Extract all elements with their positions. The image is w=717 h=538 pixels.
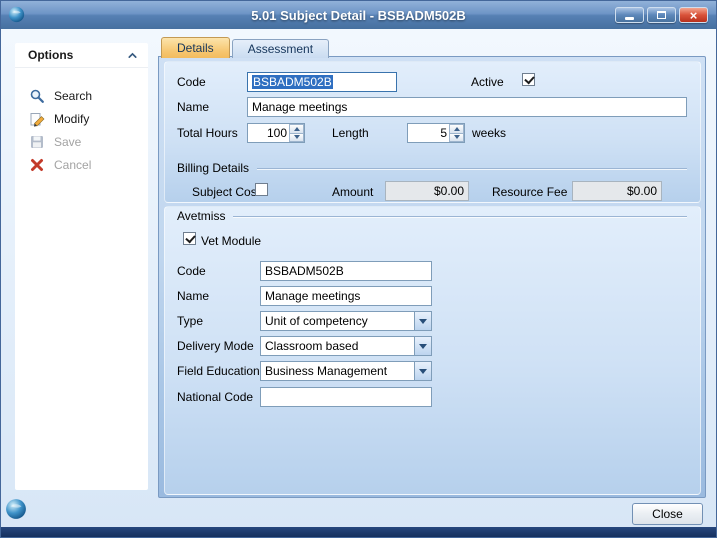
minimize-icon (625, 17, 634, 20)
total-hours-up-button[interactable] (289, 124, 304, 134)
save-icon (29, 134, 45, 150)
vet-module-checkbox[interactable] (183, 232, 196, 245)
field-education-dropdown[interactable]: Business Management (260, 361, 432, 381)
amount-input: $0.00 (385, 181, 469, 201)
total-hours-value: 100 (248, 124, 289, 142)
sidebar-item-modify[interactable]: Modify (15, 107, 148, 130)
modify-icon (29, 111, 45, 127)
subject-cost-checkbox[interactable] (255, 183, 268, 196)
code-label: Code (177, 75, 206, 89)
minimize-button[interactable] (615, 7, 644, 23)
sidebar-item-cancel[interactable]: Cancel (15, 153, 148, 176)
vet-module-label: Vet Module (201, 234, 261, 248)
amount-label: Amount (332, 185, 373, 199)
delivery-mode-label: Delivery Mode (177, 339, 254, 353)
avetmiss-name-value: Manage meetings (265, 289, 360, 303)
billing-details-title: Billing Details (177, 161, 249, 175)
resource-fee-input: $0.00 (572, 181, 662, 201)
maximize-button[interactable] (647, 7, 676, 23)
maximize-icon (657, 11, 666, 19)
length-unit-label: weeks (472, 126, 506, 140)
name-value: Manage meetings (252, 100, 347, 114)
amount-value: $0.00 (434, 184, 464, 198)
arrow-down-icon (454, 135, 460, 139)
delivery-mode-dropdown[interactable]: Classroom based (260, 336, 432, 356)
cancel-icon (29, 157, 45, 173)
avetmiss-code-value: BSBADM502B (265, 264, 344, 278)
arrow-up-icon (294, 127, 300, 131)
avetmiss-title: Avetmiss (177, 209, 225, 223)
length-up-button[interactable] (449, 124, 464, 134)
code-value: BSBADM502B (252, 75, 333, 89)
close-window-button[interactable]: × (679, 7, 708, 23)
tab-bar: Details Assessment (161, 37, 329, 58)
billing-details-header: Billing Details (177, 161, 687, 175)
type-value: Unit of competency (261, 312, 414, 330)
length-value: 5 (408, 124, 449, 142)
chevron-down-icon (419, 319, 427, 324)
total-hours-down-button[interactable] (289, 134, 304, 143)
bottom-strip (1, 527, 716, 537)
active-checkbox[interactable] (522, 73, 535, 86)
chevron-down-icon (419, 344, 427, 349)
name-input[interactable]: Manage meetings (247, 97, 687, 117)
field-education-value: Business Management (261, 362, 414, 380)
sidebar-item-search[interactable]: Search (15, 84, 148, 107)
length-input[interactable]: 5 (407, 123, 465, 143)
delivery-mode-value: Classroom based (261, 337, 414, 355)
options-items: Search Modify (15, 68, 148, 176)
total-hours-input[interactable]: 100 (247, 123, 305, 143)
tab-details[interactable]: Details (161, 37, 230, 58)
type-dropdown[interactable]: Unit of competency (260, 311, 432, 331)
options-panel: Options Search (15, 43, 148, 490)
subject-cost-label: Subject Cost (192, 185, 260, 199)
avetmiss-header: Avetmiss (177, 209, 687, 223)
search-icon (29, 88, 45, 104)
length-down-button[interactable] (449, 134, 464, 143)
avetmiss-name-input[interactable]: Manage meetings (260, 286, 432, 306)
chevron-up-icon (126, 49, 139, 62)
active-label: Active (471, 75, 504, 89)
national-code-label: National Code (177, 390, 253, 404)
field-education-dropdown-button[interactable] (414, 362, 431, 380)
name-label: Name (177, 100, 209, 114)
national-code-input[interactable] (260, 387, 432, 407)
chevron-down-icon (419, 369, 427, 374)
window-controls: × (615, 7, 708, 23)
divider (233, 216, 687, 217)
delivery-mode-dropdown-button[interactable] (414, 337, 431, 355)
titlebar: 5.01 Subject Detail - BSBADM502B × (1, 1, 716, 29)
sidebar-item-label: Save (54, 135, 81, 149)
type-dropdown-button[interactable] (414, 312, 431, 330)
code-input[interactable]: BSBADM502B (247, 72, 397, 92)
arrow-down-icon (294, 135, 300, 139)
close-icon: × (690, 9, 698, 22)
divider (257, 168, 687, 169)
sidebar-item-label: Modify (54, 112, 89, 126)
avetmiss-code-input[interactable]: BSBADM502B (260, 261, 432, 281)
collapse-button[interactable] (125, 48, 139, 62)
resource-fee-label: Resource Fee (492, 185, 567, 199)
type-label: Type (177, 314, 203, 328)
app-icon-small (5, 498, 27, 520)
resource-fee-value: $0.00 (627, 184, 657, 198)
field-education-label: Field Education (177, 364, 260, 378)
avetmiss-name-label: Name (177, 289, 209, 303)
close-button[interactable]: Close (632, 503, 703, 525)
subject-detail-window: 5.01 Subject Detail - BSBADM502B × Optio… (0, 0, 717, 538)
length-label: Length (332, 126, 369, 140)
options-title: Options (28, 48, 73, 62)
arrow-up-icon (454, 127, 460, 131)
tab-assessment[interactable]: Assessment (232, 39, 329, 58)
sidebar-item-label: Search (54, 89, 92, 103)
details-panel: Code BSBADM502B Active Name Manage meeti… (158, 56, 706, 498)
sidebar-item-save[interactable]: Save (15, 130, 148, 153)
options-header: Options (15, 43, 148, 68)
sidebar-item-label: Cancel (54, 158, 91, 172)
window-title: 5.01 Subject Detail - BSBADM502B (1, 8, 716, 23)
total-hours-label: Total Hours (177, 126, 238, 140)
avetmiss-code-label: Code (177, 264, 206, 278)
